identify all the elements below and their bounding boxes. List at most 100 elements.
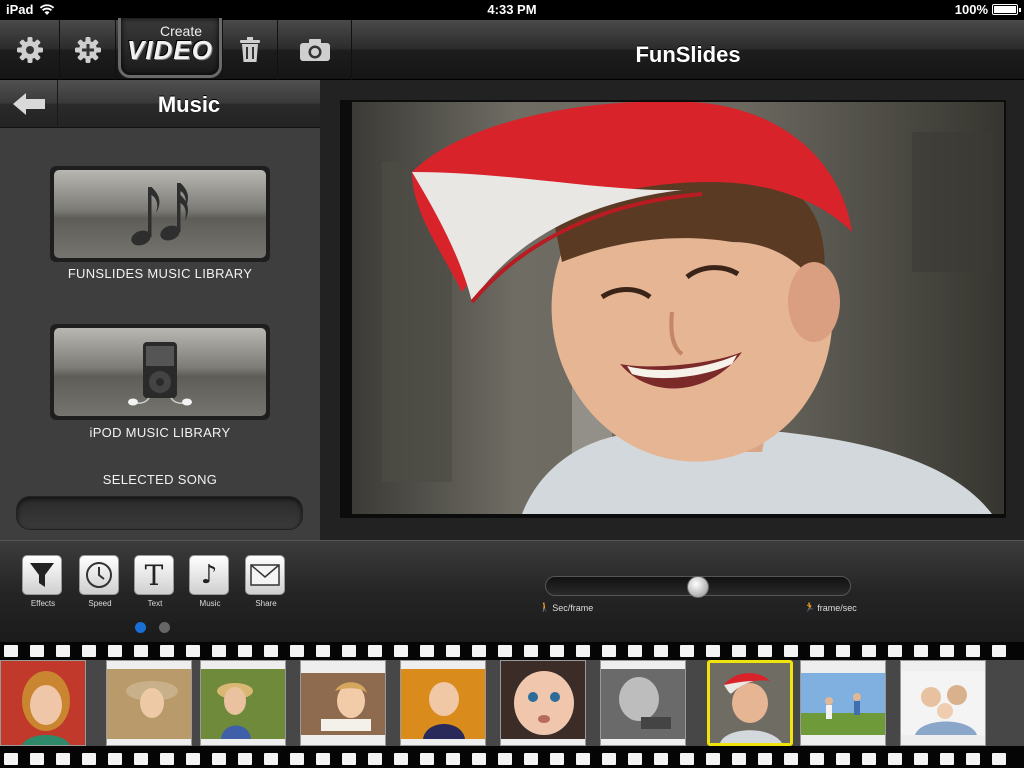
- camera-button[interactable]: [278, 20, 352, 80]
- sprocket-hole: [160, 753, 174, 765]
- sprocket-hole: [134, 753, 148, 765]
- funslides-music-library-label: FUNSLIDES MUSIC LIBRARY: [67, 266, 253, 281]
- bottom-controls: Effects Speed T Text ♪ Music Share 🚶 Sec…: [0, 540, 1024, 642]
- sprocket-hole: [212, 753, 226, 765]
- camera-icon: [299, 39, 330, 61]
- sprocket-hole: [446, 753, 460, 765]
- status-bar: iPad 4:33 PM 100%: [0, 0, 1024, 20]
- sprocket-hole: [550, 753, 564, 765]
- family-hug-photo: [901, 661, 985, 745]
- sprocket-hole: [966, 645, 980, 657]
- thumbnail-4[interactable]: [300, 660, 386, 746]
- back-button[interactable]: [0, 80, 58, 128]
- text-button[interactable]: T Text: [134, 555, 176, 608]
- thumbnail-6[interactable]: [500, 660, 586, 746]
- speed-slider-knob[interactable]: [687, 576, 709, 598]
- sprocket-hole: [316, 753, 330, 765]
- sprocket-hole: [940, 645, 954, 657]
- sprocket-holes-bottom: [0, 753, 1024, 765]
- create-video-button[interactable]: Create VIDEO: [118, 18, 222, 78]
- baby-bw-photo: [601, 661, 685, 745]
- girl-lying-photo: [301, 661, 385, 745]
- sprocket-hole: [108, 753, 122, 765]
- music-button[interactable]: ♪ Music: [189, 555, 231, 608]
- sprocket-hole: [784, 753, 798, 765]
- thumbnail-5[interactable]: [400, 660, 486, 746]
- music-label: Music: [199, 599, 221, 608]
- sprocket-hole: [342, 645, 356, 657]
- music-note-icon: ♪: [200, 560, 218, 590]
- sprocket-hole: [264, 753, 278, 765]
- thumbnail-3[interactable]: [200, 660, 286, 746]
- text-icon: T: [144, 558, 164, 592]
- speed-button[interactable]: Speed: [79, 555, 121, 608]
- sprocket-hole: [576, 753, 590, 765]
- sprocket-hole: [992, 753, 1006, 765]
- sprocket-hole: [602, 645, 616, 657]
- speed-slider[interactable]: [545, 576, 851, 598]
- music-panel: Music FUNSLIDES MUSIC LIBRARY iPOD MUSIC…: [0, 80, 320, 540]
- thumbnail-1[interactable]: [0, 660, 86, 746]
- funslides-music-library-button[interactable]: [50, 166, 270, 262]
- video-label: VIDEO: [127, 35, 213, 65]
- walk-icon: 🚶: [539, 602, 551, 612]
- selected-song-field[interactable]: [16, 496, 303, 530]
- sprocket-hole: [940, 753, 954, 765]
- sprocket-hole: [784, 645, 798, 657]
- funnel-icon: [30, 563, 54, 587]
- baby-face-photo: [501, 661, 585, 745]
- sprocket-hole: [498, 645, 512, 657]
- sprocket-hole: [498, 753, 512, 765]
- boy-cap-photo: [710, 663, 790, 743]
- effects-label: Effects: [30, 599, 56, 608]
- add-button[interactable]: [60, 20, 116, 80]
- ipod-music-library-button[interactable]: [50, 324, 270, 420]
- baby-orange-photo: [401, 661, 485, 745]
- sprocket-hole: [602, 753, 616, 765]
- back-arrow-icon: [12, 93, 45, 115]
- trash-icon: [240, 37, 260, 62]
- sprocket-hole: [394, 753, 408, 765]
- thumbnail-8-selected[interactable]: [707, 660, 793, 746]
- ipod-icon: [128, 342, 192, 406]
- sprocket-hole: [914, 645, 928, 657]
- girl-park-photo: [201, 661, 285, 745]
- sprocket-hole: [4, 753, 18, 765]
- sprocket-hole: [420, 753, 434, 765]
- music-panel-header: Music: [0, 80, 320, 128]
- sprocket-hole: [4, 645, 18, 657]
- sprocket-hole: [966, 753, 980, 765]
- speed-label: Speed: [88, 599, 112, 608]
- delete-button[interactable]: [222, 20, 278, 80]
- sprocket-hole: [342, 753, 356, 765]
- sprocket-hole: [576, 645, 590, 657]
- envelope-icon: [250, 564, 280, 586]
- sprocket-holes-top: [0, 645, 1024, 657]
- preview-photo[interactable]: [352, 102, 1004, 514]
- thumbnail-2[interactable]: [106, 660, 192, 746]
- preview-area: [320, 80, 1024, 540]
- add-icon: [74, 37, 101, 63]
- sprocket-hole: [134, 645, 148, 657]
- status-time: 4:33 PM: [487, 2, 537, 17]
- family-running-photo: [801, 661, 885, 745]
- settings-button[interactable]: [0, 20, 60, 80]
- sprocket-hole: [472, 753, 486, 765]
- share-button[interactable]: Share: [245, 555, 287, 608]
- thumbnail-9[interactable]: [800, 660, 886, 746]
- sprocket-hole: [238, 753, 252, 765]
- sprocket-hole: [238, 645, 252, 657]
- sprocket-hole: [368, 753, 382, 765]
- page-dot-1[interactable]: [135, 622, 146, 633]
- thumbnail-10[interactable]: [900, 660, 986, 746]
- effects-button[interactable]: Effects: [22, 555, 64, 608]
- sprocket-hole: [160, 645, 174, 657]
- sprocket-hole: [30, 753, 44, 765]
- page-dot-2[interactable]: [159, 622, 170, 633]
- sprocket-hole: [472, 645, 486, 657]
- sprocket-hole: [368, 645, 382, 657]
- text-label: Text: [147, 599, 163, 608]
- thumbnail-7[interactable]: [600, 660, 686, 746]
- sprocket-hole: [524, 645, 538, 657]
- sprocket-hole: [186, 753, 200, 765]
